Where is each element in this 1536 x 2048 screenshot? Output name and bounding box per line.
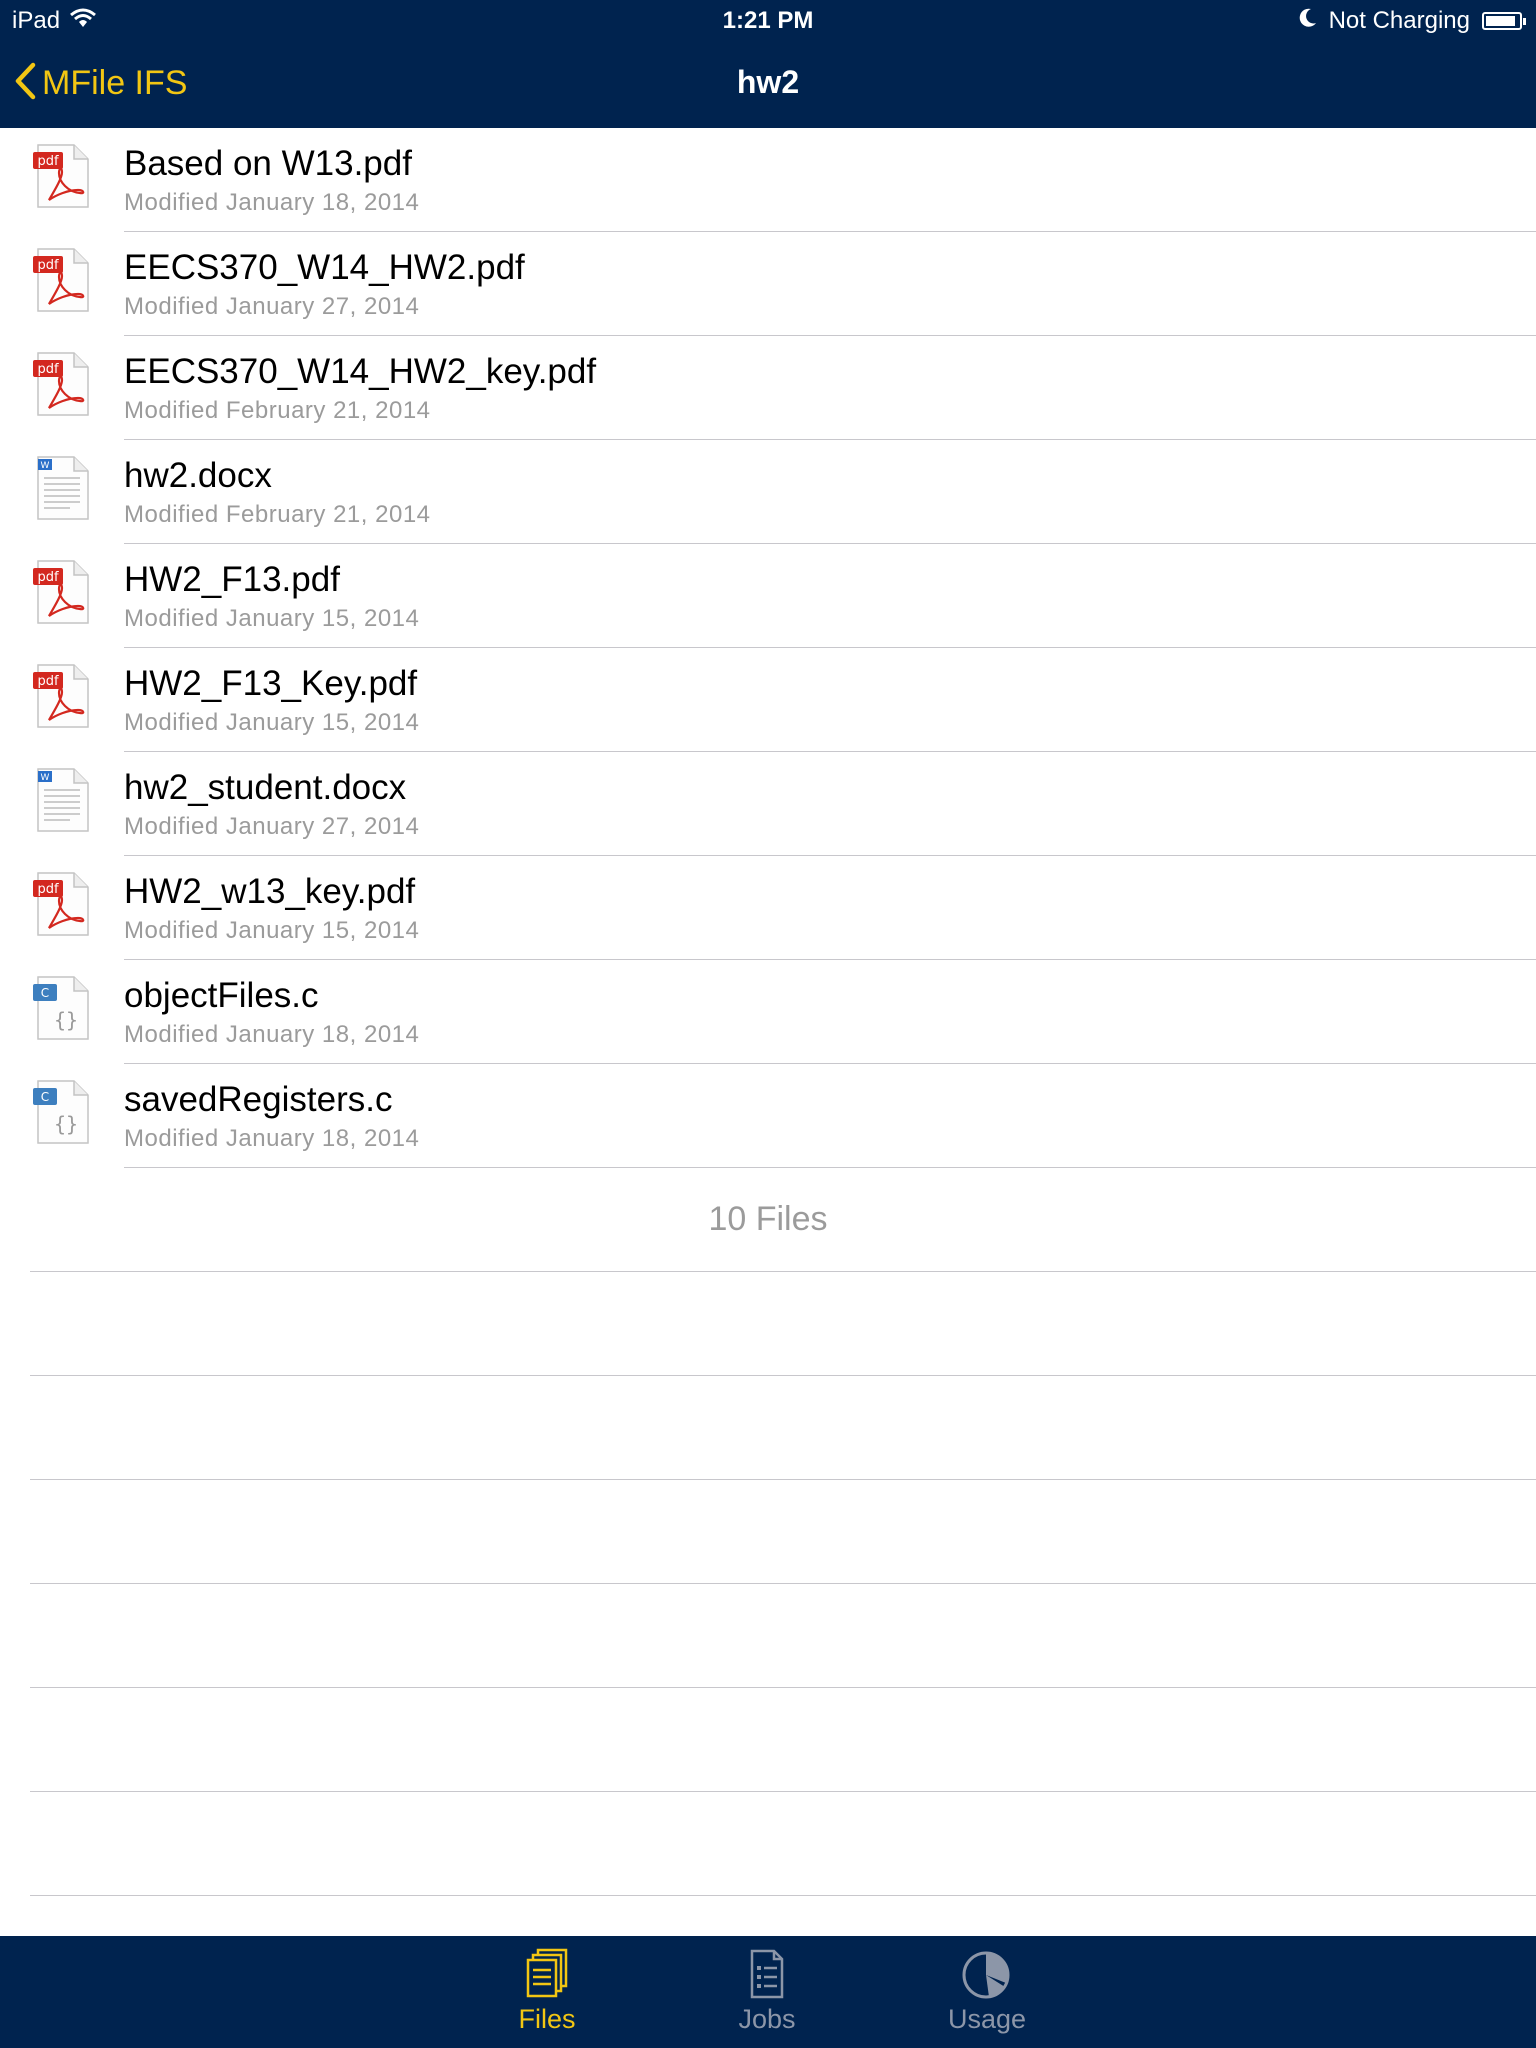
file-row[interactable]: pdf HW2_F13.pdf Modified January 15, 2014 [0,544,1536,648]
word-document-icon: W [32,456,90,520]
file-row[interactable]: pdf Based on W13.pdf Modified January 18, … [0,128,1536,232]
navigation-bar: MFile IFS hw2 [0,42,1536,128]
file-name: Based on W13.pdf [124,144,412,183]
file-row[interactable]: pdf HW2_w13_key.pdf Modified January 15, 2… [0,856,1536,960]
empty-row [0,1792,1536,1896]
file-name: EECS370_W14_HW2.pdf [124,248,525,287]
file-row[interactable]: Whw2_student.docx Modified January 27, 20… [0,752,1536,856]
empty-row [0,1584,1536,1688]
svg-text:W: W [41,461,50,471]
svg-text:pdf: pdf [37,154,59,169]
tab-files[interactable]: Files [477,1948,617,2035]
c-source-file-icon: C {} [32,976,90,1040]
pdf-file-icon: pdf [32,248,90,312]
file-modified-date: Modified January 27, 2014 [124,293,420,320]
svg-text:C: C [41,1090,49,1104]
file-row[interactable]: pdf HW2_F13_Key.pdf Modified January 15, 2… [0,648,1536,752]
file-row[interactable]: Whw2.docx Modified February 21, 2014 [0,440,1536,544]
file-modified-date: Modified January 18, 2014 [124,1021,420,1048]
svg-text:pdf: pdf [37,882,59,897]
file-name: hw2.docx [124,456,272,495]
file-name: savedRegisters.c [124,1080,393,1119]
empty-row [0,1688,1536,1792]
file-name: objectFiles.c [124,976,319,1015]
tab-usage[interactable]: Usage [917,1948,1057,2035]
tab-usage-label: Usage [947,2004,1027,2034]
row-separator [30,1895,1536,1896]
moon-icon [1299,7,1317,35]
status-bar: iPad 1:21 PM Not Charging [0,0,1536,42]
files-icon [477,1948,617,2000]
empty-row [0,1376,1536,1480]
svg-text:C: C [41,986,49,1000]
file-row[interactable]: C {} objectFiles.c Modified January 18, 201… [0,960,1536,1064]
c-source-file-icon: C {} [32,1080,90,1144]
file-modified-date: Modified January 15, 2014 [124,917,420,944]
empty-row [0,1480,1536,1584]
jobs-icon [697,1948,837,2000]
charging-status: Not Charging [1328,7,1470,34]
file-modified-date: Modified January 15, 2014 [124,605,420,632]
file-name: HW2_F13.pdf [124,560,340,599]
file-modified-date: Modified January 27, 2014 [124,813,420,840]
file-modified-date: Modified January 18, 2014 [124,1125,420,1152]
file-name: HW2_w13_key.pdf [124,872,416,911]
file-modified-date: Modified February 21, 2014 [124,397,431,424]
file-row[interactable]: pdf EECS370_W14_HW2_key.pdf Modified Febru… [0,336,1536,440]
tab-jobs-label: Jobs [738,2004,796,2034]
file-list: pdf Based on W13.pdf Modified January 18, … [0,128,1536,1896]
svg-text:{}: {} [54,1112,78,1136]
svg-text:pdf: pdf [37,362,59,377]
pdf-file-icon: pdf [32,144,90,208]
svg-text:{}: {} [54,1008,78,1032]
file-modified-date: Modified January 15, 2014 [124,709,420,736]
tab-bar: Files Jobs Usage [0,1936,1536,2048]
svg-text:pdf: pdf [37,674,59,689]
file-name: EECS370_W14_HW2_key.pdf [124,352,597,391]
word-document-icon: W [32,768,90,832]
pdf-file-icon: pdf [32,560,90,624]
pdf-file-icon: pdf [32,872,90,936]
tab-jobs[interactable]: Jobs [697,1948,837,2035]
file-count-label: 10 Files [708,1200,828,1238]
file-count-row: 10 Files [0,1168,1536,1272]
pdf-file-icon: pdf [32,352,90,416]
file-name: HW2_F13_Key.pdf [124,664,418,703]
file-modified-date: Modified February 21, 2014 [124,501,431,528]
file-row[interactable]: C {} savedRegisters.c Modified January 18, … [0,1064,1536,1168]
file-row[interactable]: pdf EECS370_W14_HW2.pdf Modified January 2… [0,232,1536,336]
svg-text:pdf: pdf [37,258,59,273]
tab-files-label: Files [518,2004,576,2034]
battery-icon [1482,12,1526,30]
empty-row [0,1272,1536,1376]
pdf-file-icon: pdf [32,664,90,728]
usage-icon [917,1948,1057,2000]
svg-text:W: W [41,773,50,783]
file-modified-date: Modified January 18, 2014 [124,189,420,216]
file-name: hw2_student.docx [124,768,407,807]
svg-text:pdf: pdf [37,570,59,585]
battery-level [1486,16,1515,26]
page-title: hw2 [736,64,800,100]
